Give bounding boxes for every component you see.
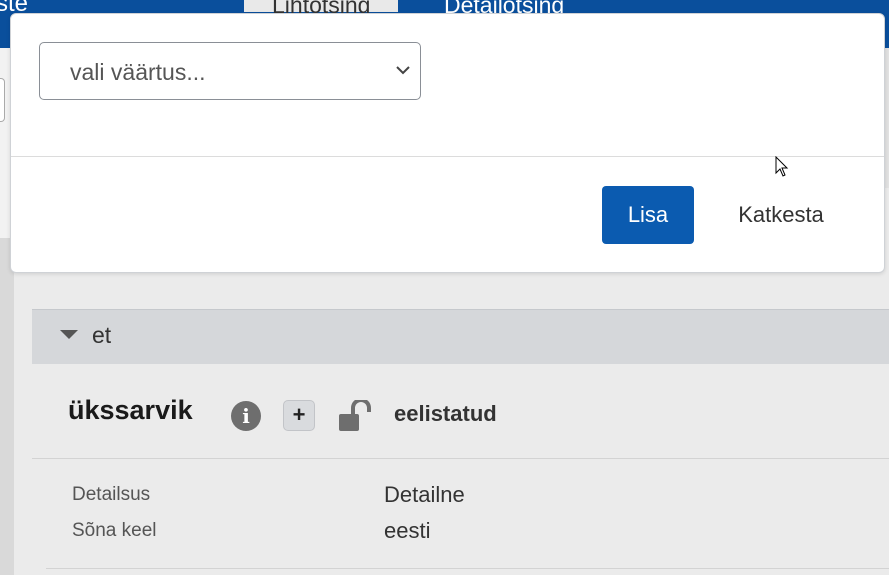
property-value-language: eesti [384, 518, 431, 543]
word-title: ükssarvik [68, 395, 193, 425]
tab-detail-search[interactable]: Detailotsing [416, 0, 592, 18]
property-label-detail: Detailsus [72, 484, 151, 505]
chevron-down-icon [396, 66, 410, 75]
caret-down-icon[interactable] [60, 330, 78, 339]
divider [46, 568, 889, 569]
mouse-pointer-icon [775, 156, 789, 177]
cancel-button[interactable]: Katkesta [717, 186, 845, 244]
partial-control [0, 78, 5, 122]
preference-label: eelistatud [394, 401, 497, 426]
left-overlay-strip [0, 48, 10, 238]
unlock-icon[interactable] [338, 400, 374, 432]
language-label: et [92, 322, 112, 348]
select-placeholder: vali väärtus... [70, 59, 206, 85]
value-select[interactable]: vali väärtus... [39, 42, 421, 100]
modal-divider [11, 156, 884, 157]
property-label-language: Sõna keel [72, 520, 157, 541]
property-value-detail: Detailne [384, 482, 465, 507]
add-button[interactable]: + [283, 400, 315, 431]
language-section-header[interactable] [32, 309, 889, 364]
info-icon[interactable]: i [231, 401, 261, 431]
add-button-primary[interactable]: Lisa [602, 186, 694, 244]
add-value-modal: vali väärtus... Lisa Katkesta [10, 13, 885, 273]
tab-simple-search[interactable]: Lihtotsing [244, 0, 399, 18]
